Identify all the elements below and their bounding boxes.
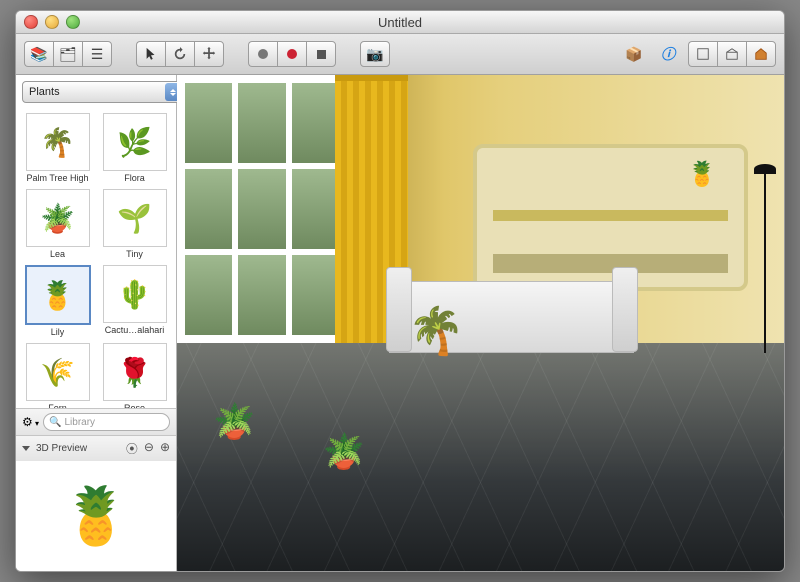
app-window: Untitled 📚 🗂 ☰ 📷 (15, 10, 785, 572)
view-2d-button[interactable] (688, 41, 717, 67)
list-icon: ☰ (91, 47, 104, 61)
scene-lamp (764, 174, 766, 353)
search-icon: 🔍 (49, 417, 61, 428)
books-icon: 📚 (30, 47, 47, 61)
scene-window (177, 75, 347, 343)
elevation-view-icon (725, 47, 739, 61)
library-item[interactable]: 🪴 Lea (22, 189, 93, 259)
package-button[interactable]: 📦 (620, 42, 648, 66)
record-button[interactable] (248, 41, 277, 67)
record-dim-icon (258, 49, 268, 59)
pointer-icon (144, 47, 158, 61)
zoom-out-button[interactable]: ⊖ (144, 440, 154, 457)
zoom-in-icon: ⊕ (160, 440, 170, 454)
zoom-out-icon: ⊖ (144, 440, 154, 454)
tool-group (136, 41, 224, 67)
window-title: Untitled (16, 15, 784, 30)
info-button[interactable]: ⓘ (654, 42, 682, 66)
library-item-thumb: 🌴 (26, 113, 90, 171)
library-panel-button[interactable]: 📚 (24, 41, 53, 67)
record-icon (287, 49, 297, 59)
stop-button[interactable] (306, 41, 336, 67)
library-item[interactable]: 🌿 Flora (99, 113, 170, 183)
view-mode-group (688, 41, 776, 67)
search-placeholder: Library (64, 417, 95, 428)
library-grid: 🌴 Palm Tree High 🌿 Flora 🪴 Lea 🌱 Tiny 🍍 Lily 🌵 Cact… (16, 109, 176, 408)
library-item-label: Lily (51, 327, 65, 337)
library-item-thumb: 🌾 (26, 343, 90, 401)
info-icon: ⓘ (661, 47, 675, 61)
toolbar: 📚 🗂 ☰ 📷 📦 ⓘ (16, 34, 784, 75)
scene-pot-1: 🪴 (213, 402, 255, 442)
library-item-thumb: 🍍 (25, 265, 91, 325)
pointer-tool-button[interactable] (136, 41, 165, 67)
scene-floor-plant: 🌴 (408, 303, 465, 358)
library-footer: ⚙ ▾ 🔍 Library (16, 408, 176, 435)
rotate-icon (173, 47, 187, 61)
panel-toggle-group: 📚 🗂 ☰ (24, 41, 112, 67)
library-item-label: Palm Tree High (26, 173, 88, 183)
record-group (248, 41, 336, 67)
layers-icon: 🗂 (59, 47, 77, 61)
library-item[interactable]: 🌱 Tiny (99, 189, 170, 259)
category-select[interactable]: Plants (22, 81, 184, 103)
viewport-3d[interactable]: 🍍 🌴 🪴 🪴 (177, 75, 784, 571)
preview-label: 3D Preview (36, 443, 87, 454)
library-item-label: Flora (124, 173, 145, 183)
chevron-down-icon: ▾ (33, 419, 39, 428)
zoom-in-button[interactable]: ⊕ (160, 440, 170, 457)
library-item[interactable]: 🍍 Lily (22, 265, 93, 337)
preview-object: 🍍 (61, 483, 131, 549)
scene-shelf: 🍍 (473, 144, 748, 291)
titlebar: Untitled (16, 11, 784, 34)
stop-icon (317, 50, 326, 59)
library-search-input[interactable]: 🔍 Library (43, 413, 170, 431)
library-item[interactable]: 🌵 Cactu…alahari (99, 265, 170, 337)
camera-icon: 📷 (366, 47, 383, 61)
library-item[interactable]: 🌹Rose (99, 343, 170, 408)
close-window-button[interactable] (24, 15, 38, 29)
rotate-tool-button[interactable] (165, 41, 194, 67)
layers-panel-button[interactable]: 🗂 (53, 41, 82, 67)
record-alt-button[interactable] (277, 41, 306, 67)
plan-view-icon (696, 47, 710, 61)
library-item-label: Lea (50, 249, 65, 259)
library-item-thumb: 🌵 (103, 265, 167, 323)
library-item[interactable]: 🌴 Palm Tree High (22, 113, 93, 183)
library-item-thumb: 🌹 (103, 343, 167, 401)
scene-shelf-plant: 🍍 (687, 160, 717, 189)
options-menu-button[interactable]: ⚙ ▾ (22, 415, 39, 429)
library-item[interactable]: 🌾Fern (22, 343, 93, 408)
gear-icon: ⚙ (22, 415, 33, 429)
list-panel-button[interactable]: ☰ (82, 41, 112, 67)
library-item-thumb: 🌱 (103, 189, 167, 247)
zoom-fit-icon: ⦿ (126, 442, 138, 456)
zoom-window-button[interactable] (66, 15, 80, 29)
library-item-label: Tiny (126, 249, 143, 259)
move-icon (202, 47, 216, 61)
package-icon: 📦 (625, 47, 642, 61)
library-item-label: Cactu…alahari (105, 325, 165, 335)
preview-pane[interactable]: 🍍 (16, 461, 176, 571)
library-sidebar: Plants 🌴 Palm Tree High 🌿 Flora 🪴 Lea 🌱 Tiny 🍍 Li… (16, 75, 177, 571)
view-elevation-button[interactable] (717, 41, 746, 67)
scene-pot-2: 🪴 (323, 432, 365, 472)
disclosure-triangle-icon (22, 446, 30, 451)
snapshot-button[interactable]: 📷 (360, 41, 390, 67)
minimize-window-button[interactable] (45, 15, 59, 29)
category-select-label: Plants (29, 86, 60, 98)
content-area: Plants 🌴 Palm Tree High 🌿 Flora 🪴 Lea 🌱 Tiny 🍍 Li… (16, 75, 784, 571)
window-controls (16, 15, 80, 29)
library-item-thumb: 🪴 (26, 189, 90, 247)
view-3d-button[interactable] (746, 41, 776, 67)
move-tool-button[interactable] (194, 41, 224, 67)
library-item-thumb: 🌿 (103, 113, 167, 171)
house-3d-icon (754, 47, 768, 61)
preview-header[interactable]: 3D Preview ⦿ ⊖ ⊕ (16, 435, 176, 461)
zoom-fit-button[interactable]: ⦿ (126, 440, 138, 457)
